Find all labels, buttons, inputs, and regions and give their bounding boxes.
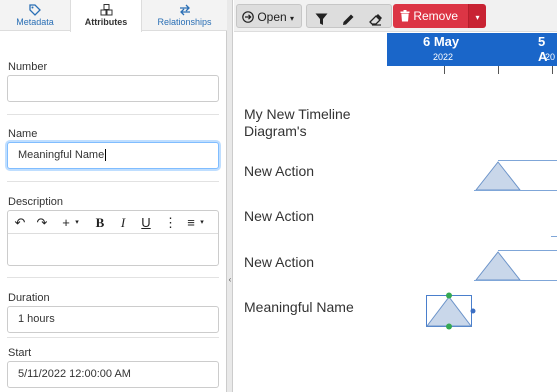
divider: [7, 337, 219, 338]
tags-icon: [0, 0, 70, 17]
chevron-down-icon[interactable]: ▾: [72, 214, 82, 231]
milestone-shape[interactable]: [474, 160, 524, 191]
duration-bar: [474, 280, 557, 281]
properties-tabs: Metadata Attributes Relationships: [0, 0, 227, 32]
timeline-canvas[interactable]: 6 May 2022 5 A 20 My New Timeline Diagra…: [234, 33, 557, 392]
tab-label: Relationships: [157, 17, 212, 27]
arrow-circle-right-icon: [242, 11, 254, 23]
tab-attributes[interactable]: Attributes: [70, 0, 142, 32]
trash-icon: [400, 10, 410, 22]
start-label: Start: [8, 347, 32, 359]
description-text-area[interactable]: [8, 234, 218, 265]
number-label: Number: [8, 61, 48, 73]
duration-bar: [474, 190, 557, 191]
row-label[interactable]: New Action: [244, 163, 314, 180]
tab-label: Metadata: [16, 17, 54, 27]
divider: [7, 181, 219, 182]
remove-button[interactable]: Remove: [393, 4, 468, 28]
chevron-down-icon[interactable]: ▾: [197, 214, 207, 231]
diagram-area: Open ▾ Remove ▾ 6 May 2022 5 A 20 My New…: [234, 0, 557, 392]
duration-label: Duration: [8, 292, 50, 304]
tab-relationships[interactable]: Relationships: [142, 0, 227, 31]
filter-icon[interactable]: [315, 10, 328, 34]
eraser-icon[interactable]: [369, 10, 383, 34]
year-label: 20: [545, 52, 556, 62]
start-field[interactable]: 5/11/2022 12:00:00 AM: [7, 361, 219, 388]
chevron-down-icon: ▾: [290, 14, 295, 23]
undo-icon[interactable]: ↶: [13, 214, 27, 231]
chevron-down-icon: ▾: [475, 13, 480, 22]
pencil-icon[interactable]: [342, 10, 355, 34]
timeline-title[interactable]: My New Timeline Diagram's: [244, 106, 384, 140]
row-label[interactable]: Meaningful Name: [244, 299, 354, 316]
milestone-shape[interactable]: [474, 250, 524, 281]
text-caret: [105, 149, 107, 162]
year-label: 2022: [433, 52, 454, 62]
divider: [7, 114, 219, 115]
tick-mark: [552, 66, 553, 74]
editor-toolbar: ↶ ↷ + ▾ B I U ⋮ ≡ ▾: [8, 211, 218, 234]
timeline-date-header: 6 May 2022 5 A 20: [387, 33, 557, 66]
tool-button-group: [306, 4, 392, 28]
name-value: Meaningful Name: [18, 149, 105, 161]
description-editor[interactable]: ↶ ↷ + ▾ B I U ⋮ ≡ ▾: [7, 210, 219, 266]
more-options-icon[interactable]: ⋮: [164, 214, 177, 231]
name-label: Name: [8, 128, 38, 140]
properties-panel: Metadata Attributes Relationships Number…: [0, 0, 227, 392]
italic-button[interactable]: I: [118, 214, 128, 231]
remove-label: Remove: [413, 9, 459, 23]
swap-arrows-icon: [142, 0, 227, 17]
panel-splitter[interactable]: ‹: [227, 0, 233, 392]
open-button[interactable]: Open ▾: [236, 4, 302, 28]
tab-label: Attributes: [84, 17, 128, 27]
remove-dropdown-button[interactable]: ▾: [468, 4, 486, 28]
description-label: Description: [8, 196, 64, 208]
tab-metadata[interactable]: Metadata: [0, 0, 70, 31]
row-label[interactable]: New Action: [244, 254, 314, 271]
tick-mark: [498, 66, 499, 74]
open-label: Open: [257, 10, 287, 24]
diagram-toolbar: Open ▾ Remove ▾: [234, 0, 557, 32]
timeline-ticks: [387, 66, 557, 76]
duration-bar[interactable]: [498, 160, 557, 161]
divider: [7, 277, 219, 278]
bold-button[interactable]: B: [94, 214, 106, 231]
duration-bar: [551, 236, 557, 237]
tick-mark: [444, 66, 445, 74]
collapse-arrow-icon[interactable]: ‹: [227, 275, 233, 284]
row-label[interactable]: New Action: [244, 208, 314, 225]
selected-milestone-shape[interactable]: [424, 291, 476, 331]
align-icon[interactable]: ≡: [184, 214, 198, 231]
name-field[interactable]: Meaningful Name: [7, 142, 219, 169]
insert-icon[interactable]: +: [60, 214, 72, 231]
duration-field[interactable]: 1 hours: [7, 306, 219, 333]
redo-icon[interactable]: ↷: [35, 214, 49, 231]
cubes-icon: [71, 0, 141, 17]
underline-button[interactable]: U: [140, 214, 152, 231]
duration-bar[interactable]: [498, 250, 557, 251]
date-label: 6 May: [423, 34, 460, 49]
number-field[interactable]: [7, 75, 219, 102]
